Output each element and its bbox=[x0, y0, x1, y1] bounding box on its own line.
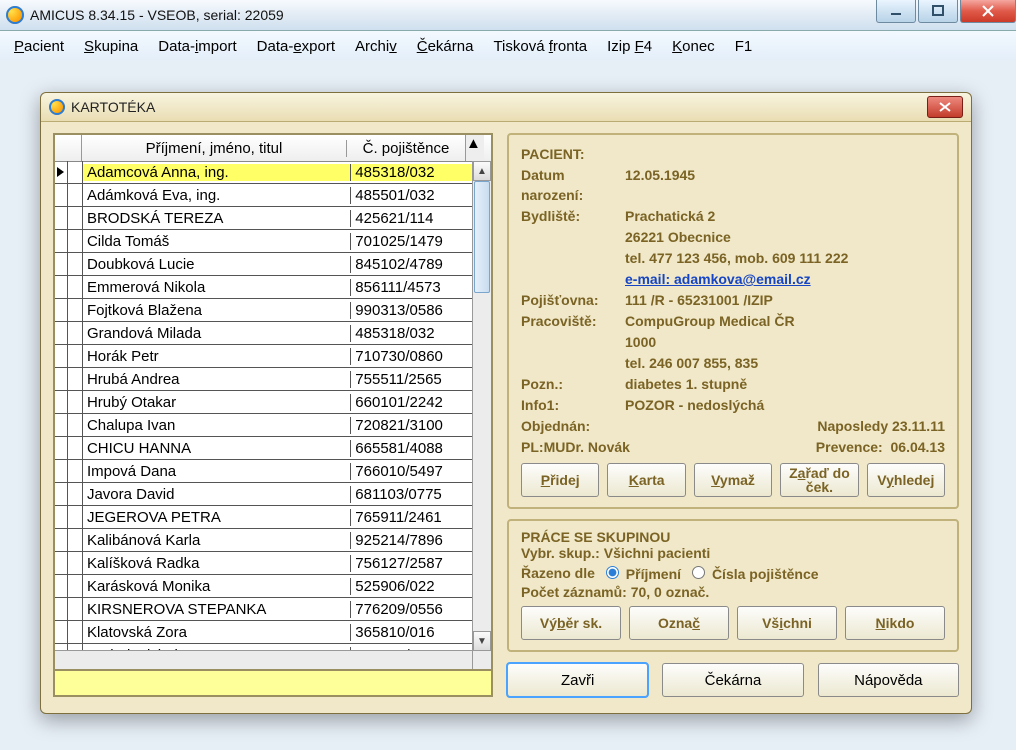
table-row[interactable]: Impová Dana766010/5497 bbox=[55, 460, 473, 483]
hscrollbar[interactable] bbox=[55, 650, 473, 669]
menu-čekárna[interactable]: Čekárna bbox=[407, 36, 484, 57]
search-input[interactable] bbox=[53, 671, 493, 697]
titlebar: AMICUS 8.34.15 - VSEOB, serial: 22059 bbox=[0, 0, 1016, 31]
add-button[interactable]: Přidej bbox=[521, 463, 599, 497]
table-row[interactable]: Adámková Eva, ing.485501/032 bbox=[55, 184, 473, 207]
table-row[interactable]: KIRSNEROVA STEPANKA776209/0556 bbox=[55, 598, 473, 621]
scroll-up-icon[interactable]: ▲ bbox=[473, 161, 491, 181]
table-row[interactable]: Chalupa Ivan720821/3100 bbox=[55, 414, 473, 437]
table-row[interactable]: CHICU HANNA665581/4088 bbox=[55, 437, 473, 460]
maximize-button[interactable] bbox=[918, 0, 958, 23]
row-pointer-icon bbox=[57, 167, 64, 177]
find-button[interactable]: Vyhledej bbox=[867, 463, 945, 497]
scroll-thumb[interactable] bbox=[474, 181, 490, 293]
kartoteka-icon bbox=[49, 99, 65, 115]
vscrollbar[interactable]: ▲ ▼ bbox=[472, 161, 491, 651]
app-title: AMICUS 8.34.15 - VSEOB, serial: 22059 bbox=[30, 7, 874, 23]
table-row[interactable]: Karásková Monika525906/022 bbox=[55, 575, 473, 598]
table-row[interactable]: Hrubá Andrea755511/2565 bbox=[55, 368, 473, 391]
menu-konec[interactable]: Konec bbox=[662, 36, 725, 57]
patients-grid[interactable]: Příjmení, jméno, titul Č. pojištěnce ▲ A… bbox=[53, 133, 493, 671]
menubar: PacientSkupinaData-importData-exportArch… bbox=[0, 31, 1016, 62]
group-panel: PRÁCE SE SKUPINOU Vybr. skup.: Všichni p… bbox=[507, 519, 959, 652]
waiting-room-button[interactable]: Čekárna bbox=[662, 663, 803, 697]
patient-panel: PACIENT: Datum narození:12.05.1945 Bydli… bbox=[507, 133, 959, 509]
table-row[interactable]: Emmerová Nikola856111/4573 bbox=[55, 276, 473, 299]
table-row[interactable]: BRODSKÁ TEREZA425621/114 bbox=[55, 207, 473, 230]
table-row[interactable]: Horák Petr710730/0860 bbox=[55, 345, 473, 368]
radio-insnum[interactable]: Čísla pojištěnce bbox=[687, 563, 818, 582]
kartoteka-titlebar: KARTOTÉKA bbox=[41, 93, 971, 122]
kartoteka-close-button[interactable] bbox=[927, 96, 963, 118]
menu-data-import[interactable]: Data-import bbox=[148, 36, 246, 57]
table-row[interactable]: Fojtková Blažena990313/0586 bbox=[55, 299, 473, 322]
radio-surname[interactable]: Příjmení bbox=[601, 563, 681, 582]
table-row[interactable]: JEGEROVA PETRA765911/2461 bbox=[55, 506, 473, 529]
delete-button[interactable]: Vymaž bbox=[694, 463, 772, 497]
minimize-button[interactable] bbox=[876, 0, 916, 23]
col-ins[interactable]: Č. pojištěnce bbox=[347, 140, 465, 157]
card-button[interactable]: Karta bbox=[607, 463, 685, 497]
table-row[interactable]: Cilda Tomáš701025/1479 bbox=[55, 230, 473, 253]
menu-f1[interactable]: F1 bbox=[725, 36, 763, 57]
menu-skupina[interactable]: Skupina bbox=[74, 36, 148, 57]
group-header: PRÁCE SE SKUPINOU bbox=[521, 529, 670, 545]
kartoteka-title: KARTOTÉKA bbox=[71, 99, 927, 115]
table-row[interactable]: Kalíšková Radka756127/2587 bbox=[55, 552, 473, 575]
menu-tisková fronta[interactable]: Tisková fronta bbox=[483, 36, 597, 57]
menu-data-export[interactable]: Data-export bbox=[247, 36, 345, 57]
table-row[interactable]: Grandová Milada485318/032 bbox=[55, 322, 473, 345]
table-row[interactable]: Doubková Lucie845102/4789 bbox=[55, 253, 473, 276]
close-button[interactable]: Zavři bbox=[507, 663, 648, 697]
menu-archiv[interactable]: Archiv bbox=[345, 36, 407, 57]
select-group-button[interactable]: Výběr sk. bbox=[521, 606, 621, 640]
email-link[interactable]: e-mail: adamkova@email.cz bbox=[625, 271, 811, 287]
kartoteka-window: KARTOTÉKA Příjmení, jméno, titul Č. poji… bbox=[40, 92, 972, 714]
window-close-button[interactable] bbox=[960, 0, 1016, 23]
menu-pacient[interactable]: Pacient bbox=[4, 36, 74, 57]
table-row[interactable]: Adamcová Anna, ing.485318/032 bbox=[55, 161, 473, 184]
queue-button[interactable]: Zařaď doček. bbox=[780, 463, 858, 497]
mark-button[interactable]: Označ bbox=[629, 606, 729, 640]
all-button[interactable]: Všichni bbox=[737, 606, 837, 640]
scroll-down-icon[interactable]: ▼ bbox=[473, 631, 491, 651]
app-icon bbox=[6, 6, 24, 24]
none-button[interactable]: Nikdo bbox=[845, 606, 945, 640]
patient-header: PACIENT: bbox=[521, 144, 585, 164]
table-row[interactable]: Klatovská Zora365810/016 bbox=[55, 621, 473, 644]
corner-up: ▲ bbox=[465, 135, 484, 161]
scroll-corner bbox=[472, 650, 491, 669]
table-row[interactable]: Kalibánová Karla925214/7896 bbox=[55, 529, 473, 552]
help-button[interactable]: Nápověda bbox=[818, 663, 959, 697]
table-row[interactable]: Hrubý Otakar660101/2242 bbox=[55, 391, 473, 414]
menu-izip f4[interactable]: Izip F4 bbox=[597, 36, 662, 57]
table-row[interactable]: Javora David681103/0775 bbox=[55, 483, 473, 506]
col-name[interactable]: Příjmení, jméno, titul bbox=[82, 140, 347, 157]
